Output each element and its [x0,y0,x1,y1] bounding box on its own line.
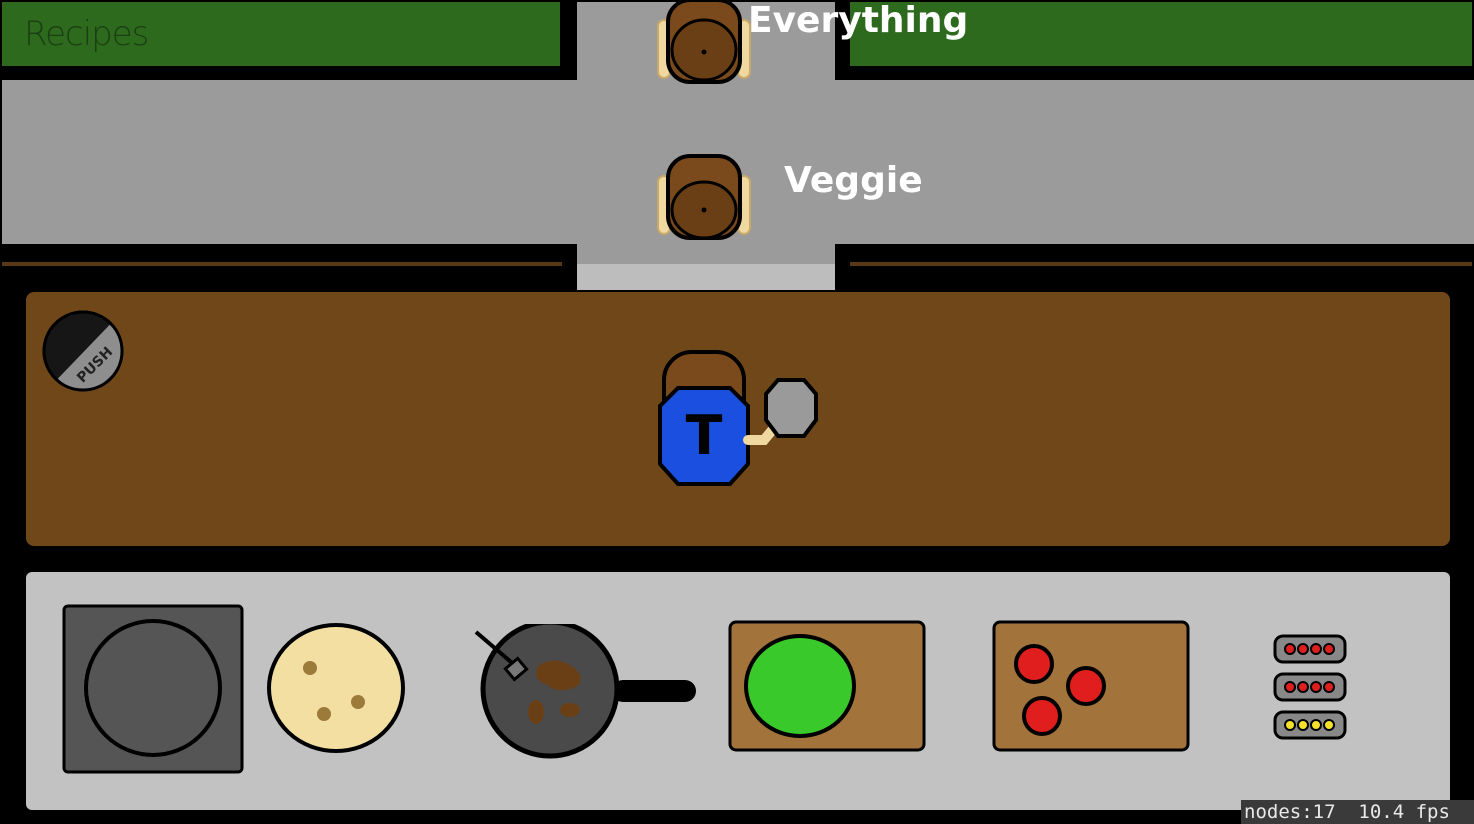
debug-hud: nodes:17 10.4 fps [1241,800,1474,824]
doorway [577,264,835,290]
chef-player[interactable]: T [656,348,822,488]
lettuce-board[interactable] [728,620,928,754]
hud-fps: 10.4 fps [1358,801,1450,823]
tortilla[interactable] [264,622,410,758]
ticket-rack[interactable] [1270,632,1350,744]
push-button[interactable]: PUSH [40,310,126,392]
stove-burner[interactable] [62,604,246,776]
customer-veggie[interactable] [652,154,756,240]
wall-trim-right [850,262,1472,266]
recipes-button[interactable]: Recipes [24,14,149,54]
frying-pan-meat[interactable] [466,624,702,760]
customer-everything[interactable] [652,0,756,86]
chef-shirt-letter: T [686,404,723,467]
hud-nodes: nodes:17 [1244,801,1336,823]
wall-trim-left [2,262,562,266]
tomato-board[interactable] [992,620,1192,754]
order-label-everything: Everything [748,0,969,41]
order-label-veggie: Veggie [784,160,923,201]
